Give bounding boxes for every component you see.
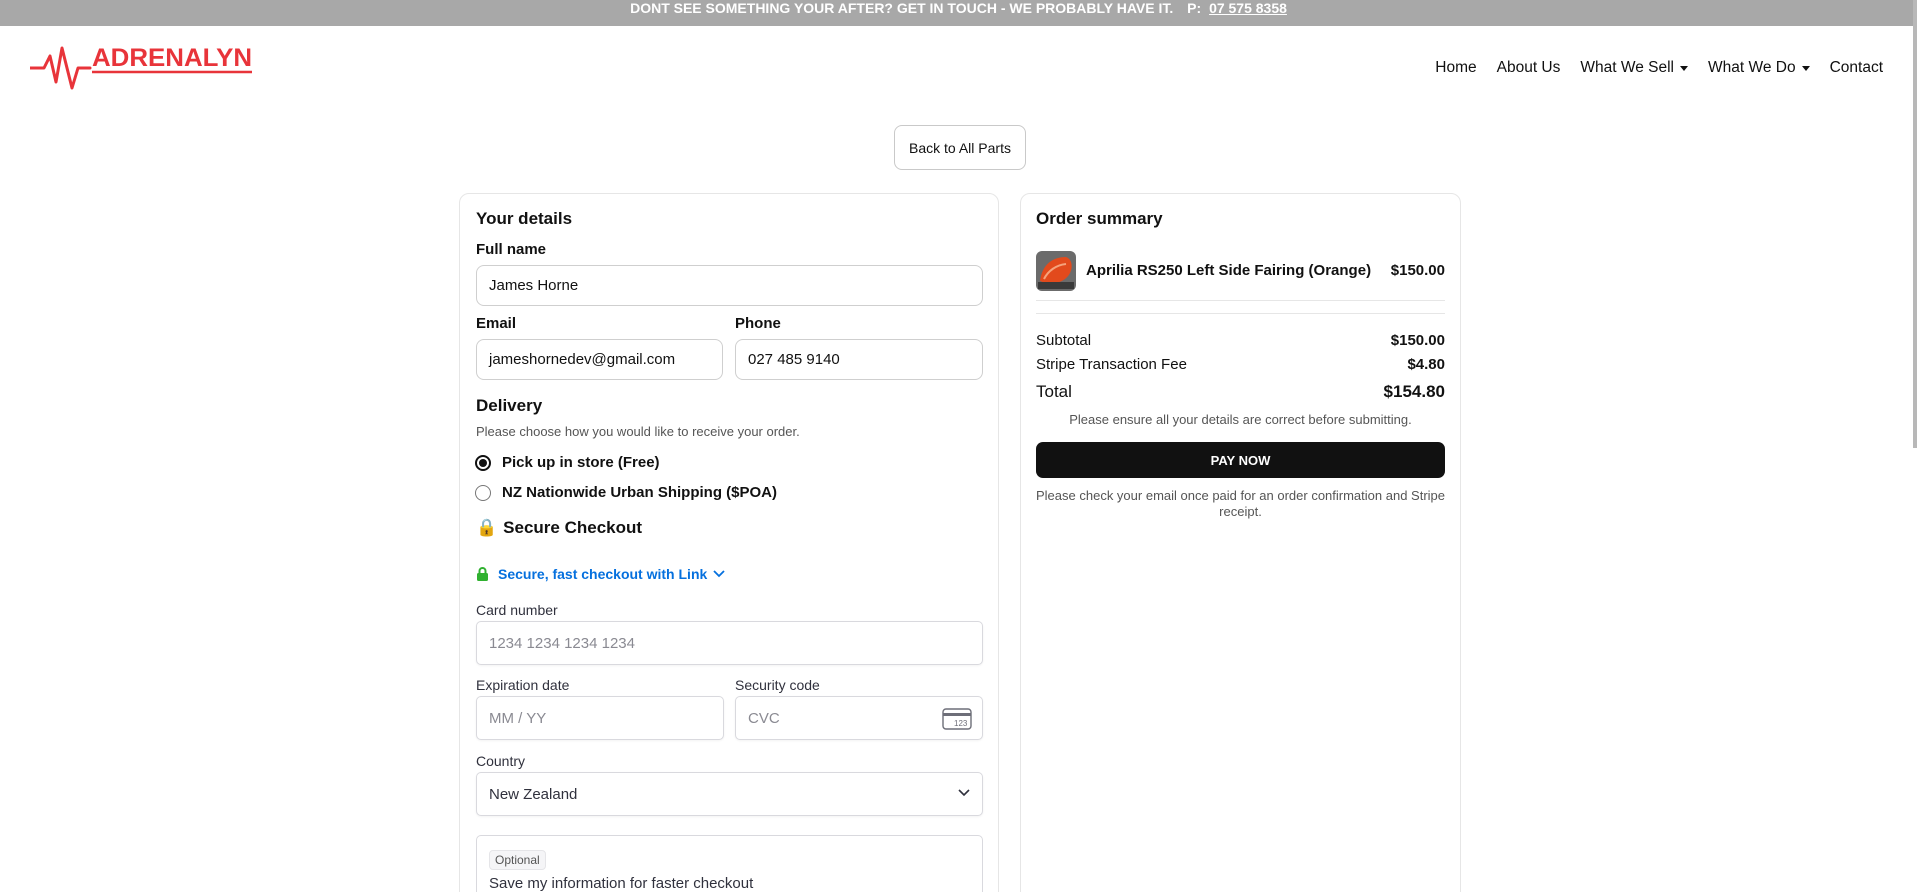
green-lock-icon xyxy=(477,566,488,581)
order-summary-title: Order summary xyxy=(1036,209,1163,228)
nav-what-we-do[interactable]: What We Do xyxy=(1708,59,1810,77)
heartbeat-logo-icon: ADRENALYN xyxy=(30,44,252,90)
country-label: Country xyxy=(476,753,526,769)
country-value: New Zealand xyxy=(489,785,578,803)
pay-now-button[interactable]: PAY NOW xyxy=(1036,442,1445,478)
padlock-icon: 🔒 xyxy=(476,518,498,537)
fee-value: $4.80 xyxy=(1407,356,1445,373)
brand-logo[interactable]: ADRENALYN xyxy=(30,42,255,94)
phone-label: Phone xyxy=(735,315,781,332)
nav-what-we-do-label: What We Do xyxy=(1708,59,1796,76)
divider xyxy=(1036,313,1445,314)
radio-unchecked-icon[interactable] xyxy=(475,484,491,501)
security-code-input[interactable]: CVC 123 xyxy=(735,696,983,740)
chevron-down-icon xyxy=(713,570,725,578)
nav-what-we-sell-label: What We Sell xyxy=(1580,59,1674,76)
subtotal-label: Subtotal xyxy=(1036,332,1092,349)
delivery-option-label: NZ Nationwide Urban Shipping ($POA) xyxy=(502,484,777,501)
chevron-down-icon xyxy=(958,789,970,797)
save-info-box[interactable]: Optional Save my information for faster … xyxy=(476,835,983,892)
email-label: Email xyxy=(476,315,517,332)
expiry-input[interactable]: MM / YY xyxy=(476,696,724,740)
confirmation-note: Please check your email once paid for an… xyxy=(1036,488,1445,519)
delivery-title: Delivery xyxy=(476,396,543,415)
card-number-label: Card number xyxy=(476,602,558,618)
item-name: Aprilia RS250 Left Side Fairing (Orange) xyxy=(1086,262,1372,279)
divider xyxy=(1036,300,1445,301)
item-price: $150.00 xyxy=(1390,262,1445,279)
phone-link[interactable]: 07 575 8358 xyxy=(1209,0,1287,16)
main-nav: Home About Us What We Sell What We Do Co… xyxy=(1415,59,1883,77)
total-value: $154.80 xyxy=(1383,382,1445,401)
caret-down-icon xyxy=(1680,65,1688,71)
fee-row: Stripe Transaction Fee $4.80 xyxy=(1036,356,1445,373)
delivery-option-label: Pick up in store (Free) xyxy=(502,454,660,471)
fee-label: Stripe Transaction Fee xyxy=(1036,356,1187,373)
link-checkout-toggle[interactable]: Secure, fast checkout with Link xyxy=(476,566,725,582)
card-number-input[interactable]: 1234 1234 1234 1234 xyxy=(476,621,983,665)
email-input[interactable]: jameshornedev@gmail.com xyxy=(476,339,723,380)
cvc-card-icon: 123 xyxy=(942,708,972,730)
delivery-option-pickup[interactable]: Pick up in store (Free) xyxy=(475,454,660,471)
nav-about[interactable]: About Us xyxy=(1497,59,1561,77)
subtotal-value: $150.00 xyxy=(1390,332,1445,349)
item-thumbnail xyxy=(1036,251,1076,291)
announcement-text: DONT SEE SOMETHING YOUR AFTER? GET IN TO… xyxy=(630,0,1174,16)
delivery-subtitle: Please choose how you would like to rece… xyxy=(476,424,800,439)
secure-checkout-title: Secure Checkout xyxy=(503,518,643,537)
security-code-placeholder: CVC xyxy=(748,709,780,727)
your-details-title: Your details xyxy=(476,209,573,228)
full-name-input[interactable]: James Horne xyxy=(476,265,983,306)
country-select[interactable]: New Zealand xyxy=(476,772,983,816)
full-name-label: Full name xyxy=(476,241,547,258)
nav-home[interactable]: Home xyxy=(1435,59,1476,77)
radio-checked-icon[interactable] xyxy=(475,454,491,471)
secure-checkout-heading: 🔒 Secure Checkout xyxy=(476,518,642,538)
total-label: Total xyxy=(1036,382,1072,401)
optional-badge: Optional xyxy=(489,850,546,870)
cvc-icon-text: 123 xyxy=(954,719,968,728)
page-scrollbar[interactable] xyxy=(1913,0,1917,448)
delivery-option-shipping[interactable]: NZ Nationwide Urban Shipping ($POA) xyxy=(475,484,777,501)
subtotal-row: Subtotal $150.00 xyxy=(1036,332,1445,349)
expiry-label: Expiration date xyxy=(476,677,570,693)
save-info-text: Save my information for faster checkout xyxy=(489,875,754,892)
caret-down-icon xyxy=(1801,65,1810,71)
back-to-all-parts-button[interactable]: Back to All Parts xyxy=(894,125,1026,170)
brand-name: ADRENALYN xyxy=(92,44,252,72)
phone-input[interactable]: 027 485 9140 xyxy=(735,339,983,380)
phone-label: P: xyxy=(1187,0,1202,16)
total-row: Total $154.80 xyxy=(1036,382,1445,402)
announcement-bar: DONT SEE SOMETHING YOUR AFTER? GET IN TO… xyxy=(0,0,1917,26)
nav-what-we-sell[interactable]: What We Sell xyxy=(1580,59,1688,77)
nav-home-label: Home xyxy=(1435,59,1477,76)
security-code-label: Security code xyxy=(735,677,820,693)
nav-about-label: About Us xyxy=(1496,59,1561,76)
nav-contact[interactable]: Contact xyxy=(1830,59,1883,77)
link-checkout-text: Secure, fast checkout with Link xyxy=(498,566,708,582)
nav-contact-label: Contact xyxy=(1829,59,1883,76)
ensure-details-note: Please ensure all your details are corre… xyxy=(1069,412,1412,427)
order-summary-card xyxy=(1020,193,1461,892)
fairing-image-icon xyxy=(1036,251,1076,291)
